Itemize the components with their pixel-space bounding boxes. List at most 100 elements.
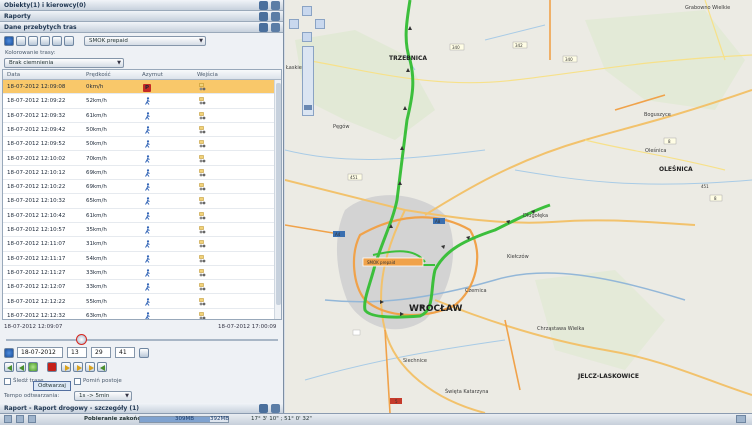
svg-text:A4: A4 bbox=[335, 232, 341, 237]
resize-icon[interactable] bbox=[736, 415, 746, 423]
table-row[interactable]: 18-07-2012 12:11:07 31km/h bbox=[3, 237, 275, 252]
inputs-icon bbox=[199, 254, 206, 262]
pan-up-icon[interactable] bbox=[302, 6, 312, 16]
edit-icon[interactable] bbox=[259, 12, 268, 21]
town-label: Łaskie bbox=[285, 65, 302, 71]
save-icon[interactable] bbox=[64, 36, 74, 46]
table-row[interactable]: 18-07-2012 12:09:42 50km/h bbox=[3, 123, 275, 138]
row-speed: 70km/h bbox=[86, 155, 107, 162]
skip-stops-checkbox[interactable] bbox=[74, 378, 81, 385]
date-field[interactable]: 18-07-2012 bbox=[17, 347, 63, 358]
rewind-start-button[interactable] bbox=[4, 362, 14, 372]
table-row[interactable]: 18-07-2012 12:10:42 61km/h bbox=[3, 209, 275, 223]
row-speed: 31km/h bbox=[86, 241, 107, 248]
vehicle-select[interactable]: SMOK prepaid bbox=[84, 36, 206, 46]
inputs-icon bbox=[199, 283, 206, 291]
col-inputs[interactable]: Wejścia bbox=[197, 72, 218, 78]
table-row[interactable]: 18-07-2012 12:09:52 50km/h bbox=[3, 137, 275, 152]
second-field[interactable]: 41 bbox=[115, 347, 135, 358]
table-row[interactable]: 18-07-2012 12:10:12 69km/h bbox=[3, 166, 275, 181]
objects-panel-header[interactable]: Obiekty(1) i kierowcy(0) bbox=[0, 0, 283, 11]
table-row[interactable]: 18-07-2012 12:10:57 35km/h bbox=[3, 223, 275, 238]
table-scrollbar[interactable] bbox=[274, 80, 281, 319]
edit-icon[interactable] bbox=[259, 404, 268, 413]
window-icon[interactable] bbox=[28, 415, 36, 423]
walker-icon bbox=[145, 154, 150, 163]
svg-text:A8: A8 bbox=[435, 219, 441, 224]
row-date: 18-07-2012 12:12:32 bbox=[7, 312, 66, 319]
follow-route-checkbox[interactable] bbox=[4, 378, 11, 385]
table-row[interactable]: 18-07-2012 12:11:27 33km/h bbox=[3, 266, 275, 281]
step-forward-button[interactable] bbox=[61, 362, 71, 372]
minute-field[interactable]: 29 bbox=[91, 347, 111, 358]
stop-button[interactable] bbox=[47, 362, 57, 372]
row-speed: 35km/h bbox=[86, 227, 107, 233]
reports-panel-header[interactable]: Raporty bbox=[0, 11, 283, 22]
col-date[interactable]: Data bbox=[7, 72, 20, 78]
table-row[interactable]: 18-07-2012 12:12:32 63km/h bbox=[3, 309, 275, 319]
tempo-select[interactable]: 1s -> 5min bbox=[74, 391, 132, 401]
walker-icon bbox=[145, 97, 150, 106]
home-icon[interactable] bbox=[4, 415, 12, 423]
pan-down-icon[interactable] bbox=[302, 32, 312, 42]
calendar-icon[interactable] bbox=[52, 36, 62, 46]
bottom-panel-title: Raport - Raport drogowy - szczegóły (1) bbox=[4, 405, 139, 412]
edit-icon[interactable] bbox=[259, 1, 268, 10]
expand-icon[interactable] bbox=[271, 404, 280, 413]
row-date: 18-07-2012 12:10:32 bbox=[7, 198, 66, 205]
row-date: 18-07-2012 12:10:42 bbox=[7, 212, 66, 219]
zoom-handle[interactable] bbox=[304, 105, 312, 110]
col-azimuth[interactable]: Azymut bbox=[142, 72, 163, 78]
table-row[interactable]: 18-07-2012 12:09:32 61km/h bbox=[3, 109, 275, 123]
clock-icon[interactable] bbox=[139, 348, 149, 358]
map-canvas[interactable]: SMOK prepaid WROCŁAW TRZEBNICA OLEŚNICA … bbox=[285, 0, 752, 413]
edit-icon[interactable] bbox=[259, 23, 268, 32]
table-row[interactable]: 18-07-2012 12:09:08 0km/h P bbox=[3, 80, 275, 95]
table-row[interactable]: 18-07-2012 12:11:17 54km/h bbox=[3, 252, 275, 266]
pan-left-icon[interactable] bbox=[289, 19, 299, 29]
row-speed: 61km/h bbox=[86, 112, 107, 119]
layers-icon[interactable] bbox=[16, 415, 24, 423]
print-icon[interactable] bbox=[28, 36, 38, 46]
walker-icon bbox=[145, 297, 150, 306]
rewind-button[interactable] bbox=[16, 362, 26, 372]
table-row[interactable]: 18-07-2012 12:09:22 52km/h bbox=[3, 94, 275, 109]
skip-stops-label: Pomiń postoje bbox=[83, 378, 122, 384]
inputs-icon bbox=[199, 240, 206, 248]
coloring-select[interactable]: Brak ciemnienia bbox=[4, 58, 124, 68]
forward-end-button[interactable] bbox=[85, 362, 95, 372]
zoom-slider[interactable] bbox=[302, 46, 314, 116]
reverse-button[interactable] bbox=[97, 362, 107, 372]
row-speed: 33km/h bbox=[86, 269, 107, 276]
table-icon[interactable] bbox=[16, 36, 26, 46]
scrollbar-thumb[interactable] bbox=[276, 83, 281, 305]
table-row[interactable]: 18-07-2012 12:10:22 69km/h bbox=[3, 180, 275, 195]
map-view[interactable]: SMOK prepaid WROCŁAW TRZEBNICA OLEŚNICA … bbox=[285, 0, 752, 413]
row-date: 18-07-2012 12:10:12 bbox=[7, 169, 66, 176]
calendar-icon[interactable] bbox=[4, 348, 14, 358]
inputs-icon bbox=[199, 297, 206, 305]
info-icon[interactable] bbox=[4, 36, 14, 46]
timeline-start: 18-07-2012 12:09:07 bbox=[4, 324, 63, 330]
expand-icon[interactable] bbox=[271, 12, 280, 21]
pan-right-icon[interactable] bbox=[315, 19, 325, 29]
svg-text:340: 340 bbox=[452, 45, 460, 50]
collapse-icon[interactable] bbox=[271, 23, 280, 32]
timeline-slider-handle[interactable] bbox=[76, 334, 87, 345]
map-pan-control[interactable] bbox=[289, 6, 325, 42]
play-button[interactable] bbox=[28, 362, 38, 372]
routes-panel-header[interactable]: Dane przebytych tras bbox=[0, 22, 283, 33]
table-row[interactable]: 18-07-2012 12:10:02 70km/h bbox=[3, 152, 275, 166]
table-row[interactable]: 18-07-2012 12:12:07 33km/h bbox=[3, 280, 275, 295]
hour-field[interactable]: 13 bbox=[67, 347, 87, 358]
left-panel: Obiekty(1) i kierowcy(0) Raporty Dane pr… bbox=[0, 0, 284, 425]
forward-button[interactable] bbox=[73, 362, 83, 372]
timeline-slider[interactable] bbox=[6, 339, 278, 341]
table-row[interactable]: 18-07-2012 12:10:32 65km/h bbox=[3, 194, 275, 209]
expand-icon[interactable] bbox=[271, 1, 280, 10]
route-points-table: Data Prędkość Azymut Wejścia 18-07-2012 … bbox=[2, 69, 282, 320]
table-row[interactable]: 18-07-2012 12:12:22 55km/h bbox=[3, 295, 275, 309]
export-icon[interactable] bbox=[40, 36, 50, 46]
col-speed[interactable]: Prędkość bbox=[86, 72, 111, 78]
inputs-icon bbox=[199, 154, 206, 162]
